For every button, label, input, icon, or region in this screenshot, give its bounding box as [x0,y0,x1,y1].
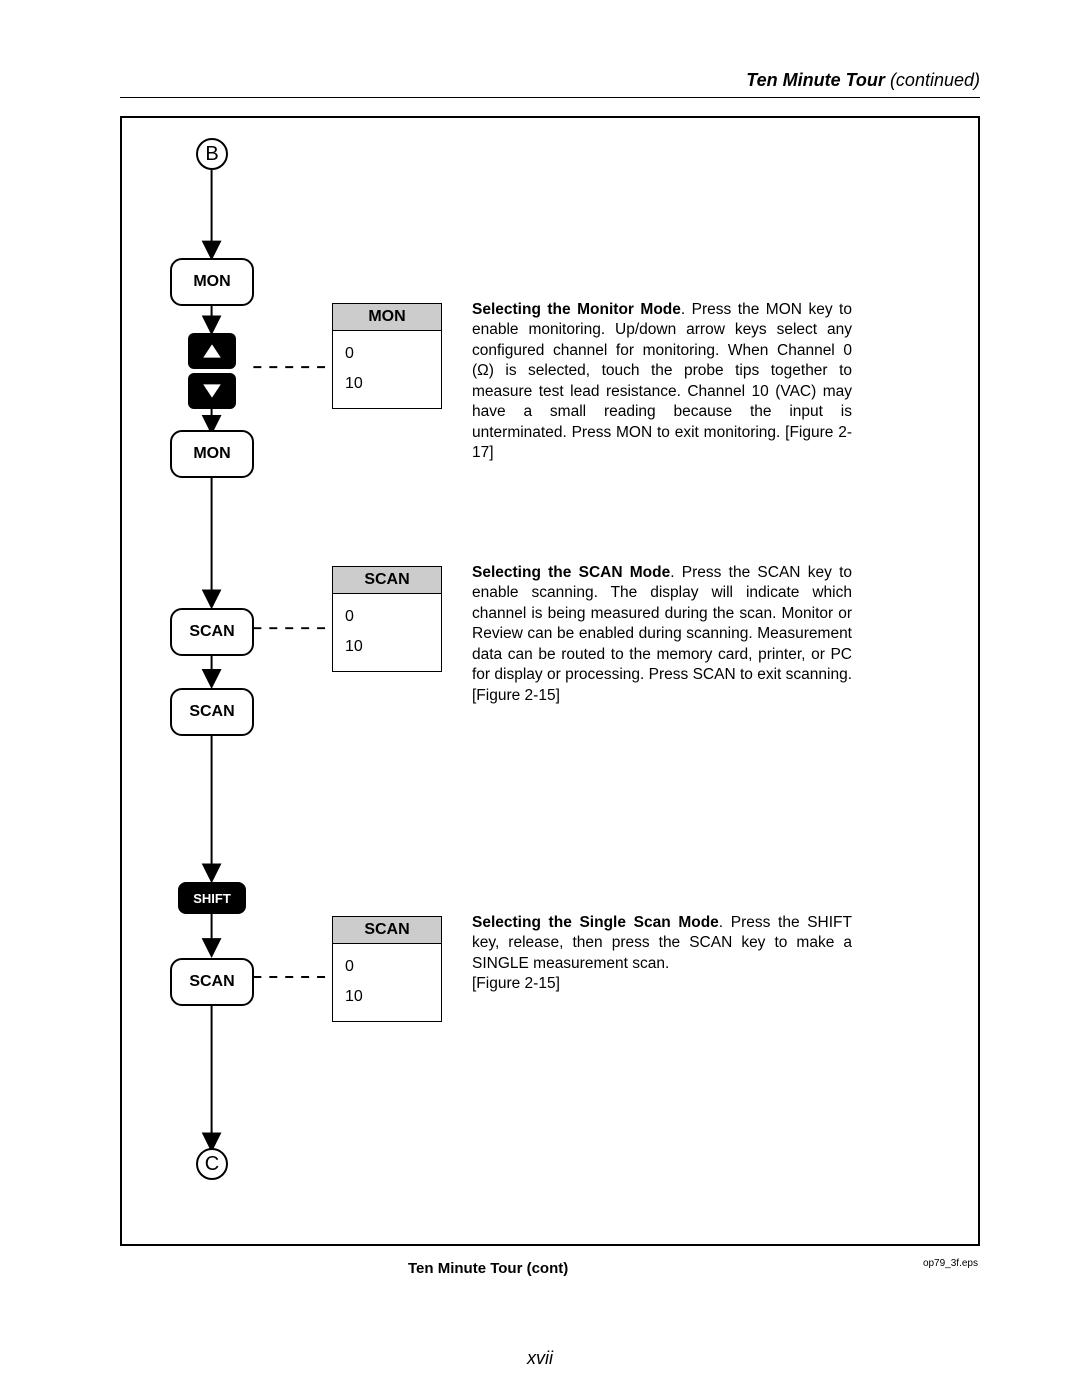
page-number: xvii [0,1348,1080,1369]
connector-b: B [196,138,228,170]
scan-channel-box-a: SCAN 0 10 [332,566,442,672]
mon-box-line2: 10 [345,369,429,399]
mon-box-line1: 0 [345,339,429,369]
header-rule [120,97,980,98]
header-continued: (continued) [885,70,980,90]
scan-key-2: SCAN [170,688,254,736]
mon-description: Selecting the Monitor Mode. Press the MO… [472,300,852,464]
shift-key: SHIFT [178,882,246,914]
arrow-down-icon [201,382,223,400]
scan-box-b-title: SCAN [333,917,441,944]
scan-box-a-title: SCAN [333,567,441,594]
single-scan-description: Selecting the Single Scan Mode. Press th… [472,913,852,995]
mon-channel-box: MON 0 10 [332,303,442,409]
scan-box-b-line1: 0 [345,952,429,982]
page-header: Ten Minute Tour (continued) [120,70,980,91]
header-title: Ten Minute Tour [746,70,885,90]
mon-key-top: MON [170,258,254,306]
scan-box-a-line1: 0 [345,602,429,632]
arrow-up-key [188,333,236,369]
arrow-up-icon [201,342,223,360]
scan-description: Selecting the SCAN Mode. Press the SCAN … [472,563,852,706]
mon-box-title: MON [333,304,441,331]
eps-filename: op79_3f.eps [923,1258,978,1269]
mon-key-bottom: MON [170,430,254,478]
scan-channel-box-b: SCAN 0 10 [332,916,442,1022]
scan-key-1: SCAN [170,608,254,656]
figure-caption: Ten Minute Tour (cont) [408,1260,568,1277]
arrow-down-key [188,373,236,409]
connector-c: C [196,1148,228,1180]
scan-key-3: SCAN [170,958,254,1006]
page: Ten Minute Tour (continued) B [0,0,1080,1397]
scan-box-a-line2: 10 [345,632,429,662]
scan-box-b-line2: 10 [345,982,429,1012]
diagram-frame: B C MON MON MON 0 10 Selecting the Monit… [120,116,980,1246]
